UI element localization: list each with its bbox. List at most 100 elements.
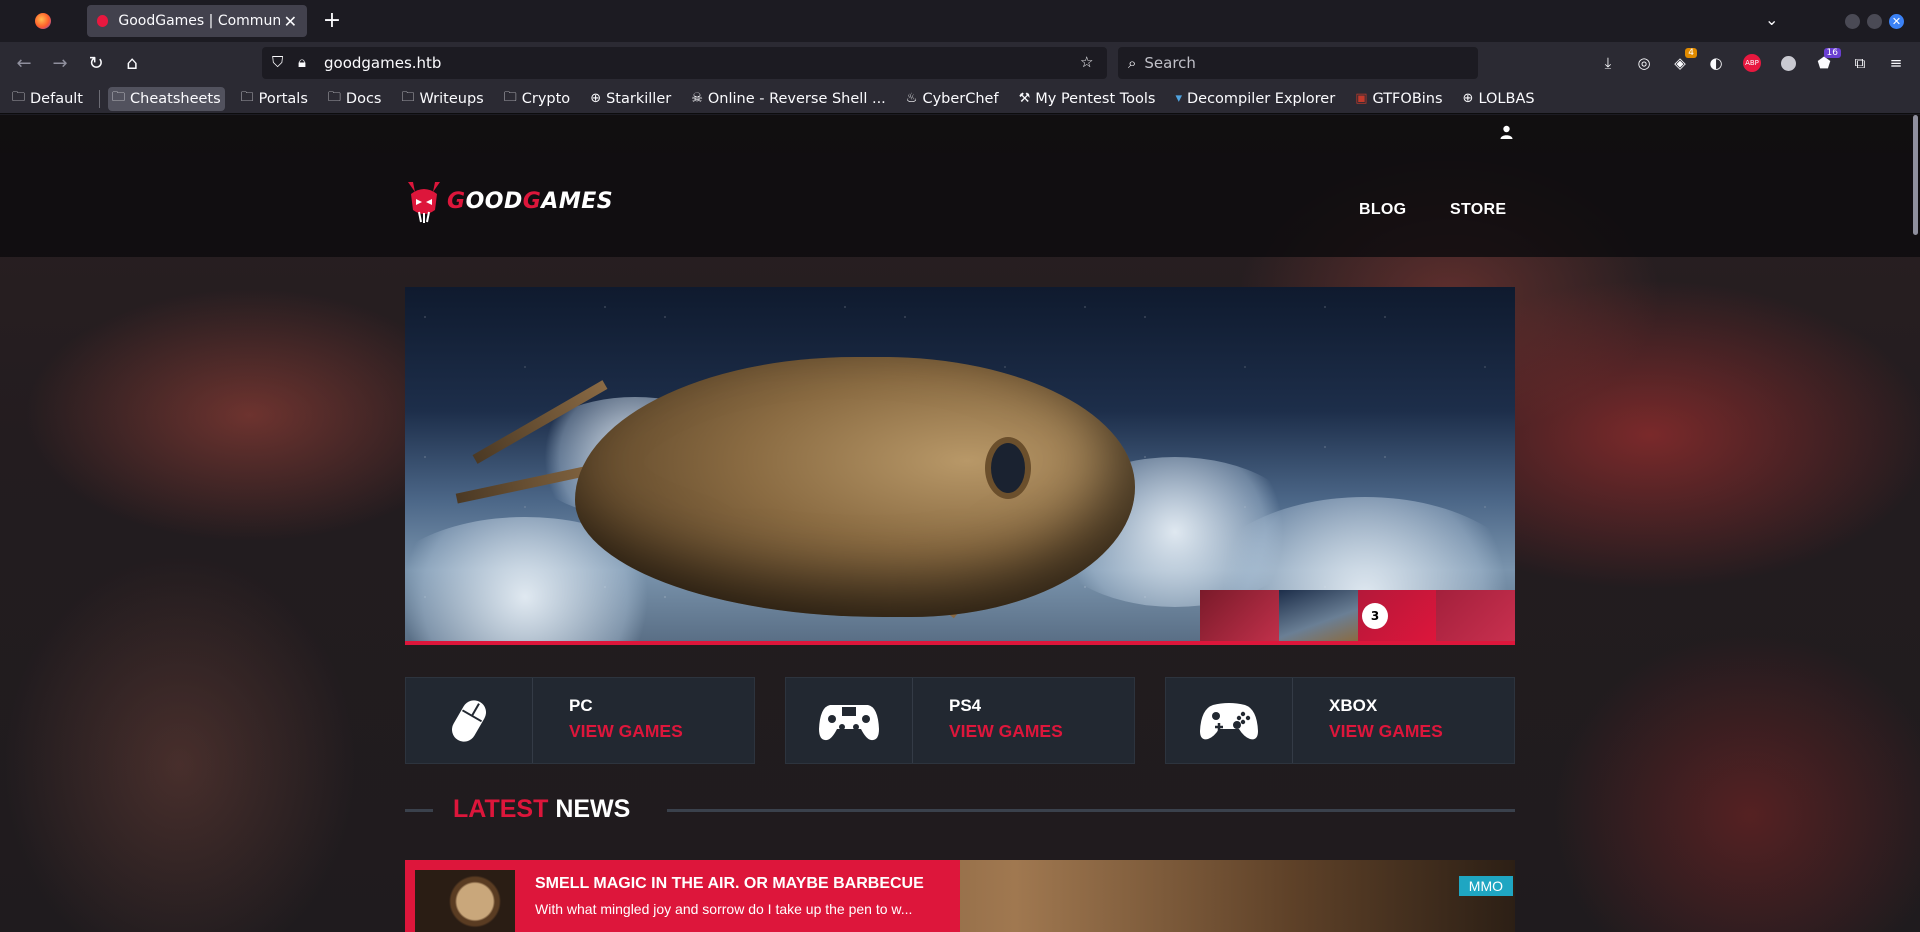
maximize-window-icon[interactable] bbox=[1867, 14, 1882, 29]
skull-icon: ☠ bbox=[691, 91, 703, 106]
page-scrollbar[interactable] bbox=[1913, 115, 1918, 235]
site-info-lock-icon[interactable]: 🔒︎ bbox=[298, 53, 306, 71]
bookmark-label: Online - Reverse Shell ... bbox=[707, 90, 886, 107]
bookmark-lolbas[interactable]: ⊕ LOLBAS bbox=[1459, 87, 1539, 111]
view-games-link[interactable]: VIEW GAMES bbox=[569, 721, 683, 742]
news-item-panel: SMELL MAGIC IN THE AIR. OR MAYBE BARBECU… bbox=[405, 860, 960, 932]
heading-divider bbox=[667, 809, 1515, 812]
page-viewport: GOODGAMES BLOG STORE 3 PC VIEW GAMES PS4… bbox=[0, 115, 1920, 932]
hero-thumbnail-1[interactable] bbox=[1200, 590, 1279, 641]
bookmark-reverse-shell[interactable]: ☠ Online - Reverse Shell ... bbox=[687, 87, 890, 111]
view-games-link[interactable]: VIEW GAMES bbox=[949, 721, 1063, 742]
address-bar[interactable]: ⛉ 🔒︎ goodgames.htb ☆ bbox=[262, 47, 1107, 79]
section-title: LATEST NEWS bbox=[453, 795, 630, 824]
close-window-icon[interactable]: ✕ bbox=[1889, 14, 1904, 29]
bookmark-decompiler-explorer[interactable]: ▾ Decompiler Explorer bbox=[1171, 87, 1339, 111]
ublock-extension-icon[interactable]: ⬟ 16 bbox=[1813, 48, 1841, 74]
hero-airship-porthole bbox=[985, 437, 1031, 499]
bookmark-default[interactable]: 🗀 Default bbox=[8, 87, 87, 111]
nav-blog[interactable]: BLOG bbox=[1359, 201, 1406, 219]
news-category-badge[interactable]: MMO bbox=[1458, 876, 1513, 896]
platform-card-pc[interactable]: PC VIEW GAMES bbox=[405, 677, 755, 764]
logo-text: GOODGAMES bbox=[447, 189, 613, 214]
bookmark-label: Writeups bbox=[419, 90, 484, 107]
bookmarks-toolbar: 🗀 Default 🗀 Cheatsheets 🗀 Portals 🗀 Docs 🗀 Wr… bbox=[0, 84, 1920, 114]
bookmark-writeups[interactable]: 🗀 Writeups bbox=[397, 87, 487, 111]
latest-news-heading: LATEST NEWS bbox=[405, 795, 1515, 825]
hero-thumbnail-4[interactable] bbox=[1436, 590, 1515, 641]
logo-letter: G bbox=[447, 188, 466, 214]
platform-card-xbox[interactable]: XBOX VIEW GAMES bbox=[1165, 677, 1515, 764]
home-icon[interactable]: ⌂ bbox=[122, 53, 142, 74]
view-games-link[interactable]: VIEW GAMES bbox=[1329, 721, 1443, 742]
url-text[interactable]: goodgames.htb bbox=[324, 54, 441, 72]
globe-icon: ⊕ bbox=[590, 91, 602, 106]
new-tab-icon[interactable]: + bbox=[320, 8, 344, 33]
platform-name: PC bbox=[569, 696, 593, 715]
bookmark-star-icon[interactable]: ☆ bbox=[1080, 53, 1093, 71]
news-item[interactable]: SMELL MAGIC IN THE AIR. OR MAYBE BARBECU… bbox=[405, 860, 1515, 932]
wappalyzer-extension-icon[interactable]: ◐ bbox=[1705, 52, 1727, 74]
firefox-menu-icon[interactable] bbox=[0, 0, 85, 42]
news-title[interactable]: SMELL MAGIC IN THE AIR. OR MAYBE BARBECU… bbox=[535, 875, 924, 893]
bookmark-label: Starkiller bbox=[606, 90, 672, 107]
platform-card-ps4[interactable]: PS4 VIEW GAMES bbox=[785, 677, 1135, 764]
extensions-puzzle-icon[interactable]: ⧉ bbox=[1849, 52, 1871, 74]
bookmark-cheatsheets[interactable]: 🗀 Cheatsheets bbox=[108, 86, 225, 111]
cookie-extension-icon[interactable]: ◎ bbox=[1633, 52, 1655, 74]
search-input[interactable]: ⌕ Search bbox=[1118, 47, 1478, 79]
tab-title: GoodGames | Community bbox=[118, 13, 280, 29]
section-title-white: NEWS bbox=[555, 795, 631, 823]
bookmark-docs[interactable]: 🗀 Docs bbox=[324, 87, 386, 111]
nav-store[interactable]: STORE bbox=[1450, 201, 1506, 219]
platform-name: PS4 bbox=[949, 696, 982, 715]
bookmark-crypto[interactable]: 🗀 Crypto bbox=[500, 87, 574, 111]
top-strip bbox=[0, 115, 1920, 153]
bookmark-label: Crypto bbox=[521, 90, 571, 107]
bookmark-portals[interactable]: 🗀 Portals bbox=[237, 87, 312, 111]
list-all-tabs-icon[interactable]: ⌄ bbox=[1765, 10, 1778, 29]
tab-close-icon[interactable]: ✕ bbox=[284, 12, 297, 31]
browser-tab-bar: GoodGames | Community ✕ + ⌄ ✕ bbox=[0, 0, 1920, 42]
news-excerpt: With what mingled joy and sorrow do I ta… bbox=[535, 901, 913, 917]
site-logo[interactable]: GOODGAMES bbox=[405, 178, 613, 224]
bookmark-label: Default bbox=[30, 90, 83, 107]
logo-letter: G bbox=[522, 188, 542, 214]
news-thumbnail[interactable] bbox=[415, 870, 515, 932]
mouse-icon bbox=[452, 699, 486, 742]
heading-divider bbox=[405, 809, 433, 812]
user-icon[interactable] bbox=[1500, 125, 1513, 143]
hamburger-menu-icon[interactable]: ≡ bbox=[1885, 52, 1907, 74]
reload-icon[interactable]: ↻ bbox=[86, 53, 106, 74]
back-icon[interactable]: ← bbox=[14, 53, 34, 74]
folder-icon: 🗀 bbox=[503, 89, 517, 105]
bookmark-starkiller[interactable]: ⊕ Starkiller bbox=[586, 87, 675, 111]
hero-thumbnail-2[interactable] bbox=[1278, 590, 1358, 641]
foxyproxy-extension-icon[interactable]: ◈ 4 bbox=[1669, 48, 1697, 74]
tracking-shield-icon[interactable]: ⛉ bbox=[272, 53, 283, 71]
platform-name: XBOX bbox=[1329, 696, 1378, 715]
bookmark-label: My Pentest Tools bbox=[1035, 90, 1156, 107]
tools-icon: ⚒ bbox=[1018, 91, 1031, 106]
forward-icon[interactable]: → bbox=[50, 53, 70, 74]
folder-icon: 🗀 bbox=[12, 89, 26, 105]
ps4-controller-icon bbox=[819, 704, 879, 740]
gtfobins-icon: ▣ bbox=[1355, 91, 1368, 106]
bookmark-gtfobins[interactable]: ▣ GTFOBins bbox=[1351, 87, 1446, 111]
browser-tab-active[interactable]: GoodGames | Community ✕ bbox=[87, 5, 307, 37]
xbox-controller-icon bbox=[1200, 702, 1258, 739]
minimize-window-icon[interactable] bbox=[1845, 14, 1860, 29]
site-header: GOODGAMES BLOG STORE bbox=[0, 153, 1920, 257]
downloads-icon[interactable]: ⤓ bbox=[1597, 52, 1619, 74]
bookmark-pentest-tools[interactable]: ⚒ My Pentest Tools bbox=[1015, 87, 1160, 111]
bookmark-cyberchef[interactable]: ♨ CyberChef bbox=[902, 87, 1003, 111]
browser-nav-bar: ← → ↻ ⌂ ⛉ 🔒︎ goodgames.htb ☆ ⌕ Search ⤓ … bbox=[0, 42, 1920, 84]
bookmark-label: Docs bbox=[345, 90, 382, 107]
hero-slide-number[interactable]: 3 bbox=[1362, 603, 1388, 629]
folder-icon: 🗀 bbox=[327, 89, 341, 105]
adblock-extension-icon[interactable]: ABP bbox=[1741, 52, 1763, 74]
extension-circle-icon[interactable] bbox=[1777, 52, 1799, 74]
hero-slider[interactable]: 3 bbox=[405, 287, 1515, 645]
logo-letters: OOD bbox=[465, 188, 523, 214]
section-title-red: LATEST bbox=[453, 795, 549, 823]
